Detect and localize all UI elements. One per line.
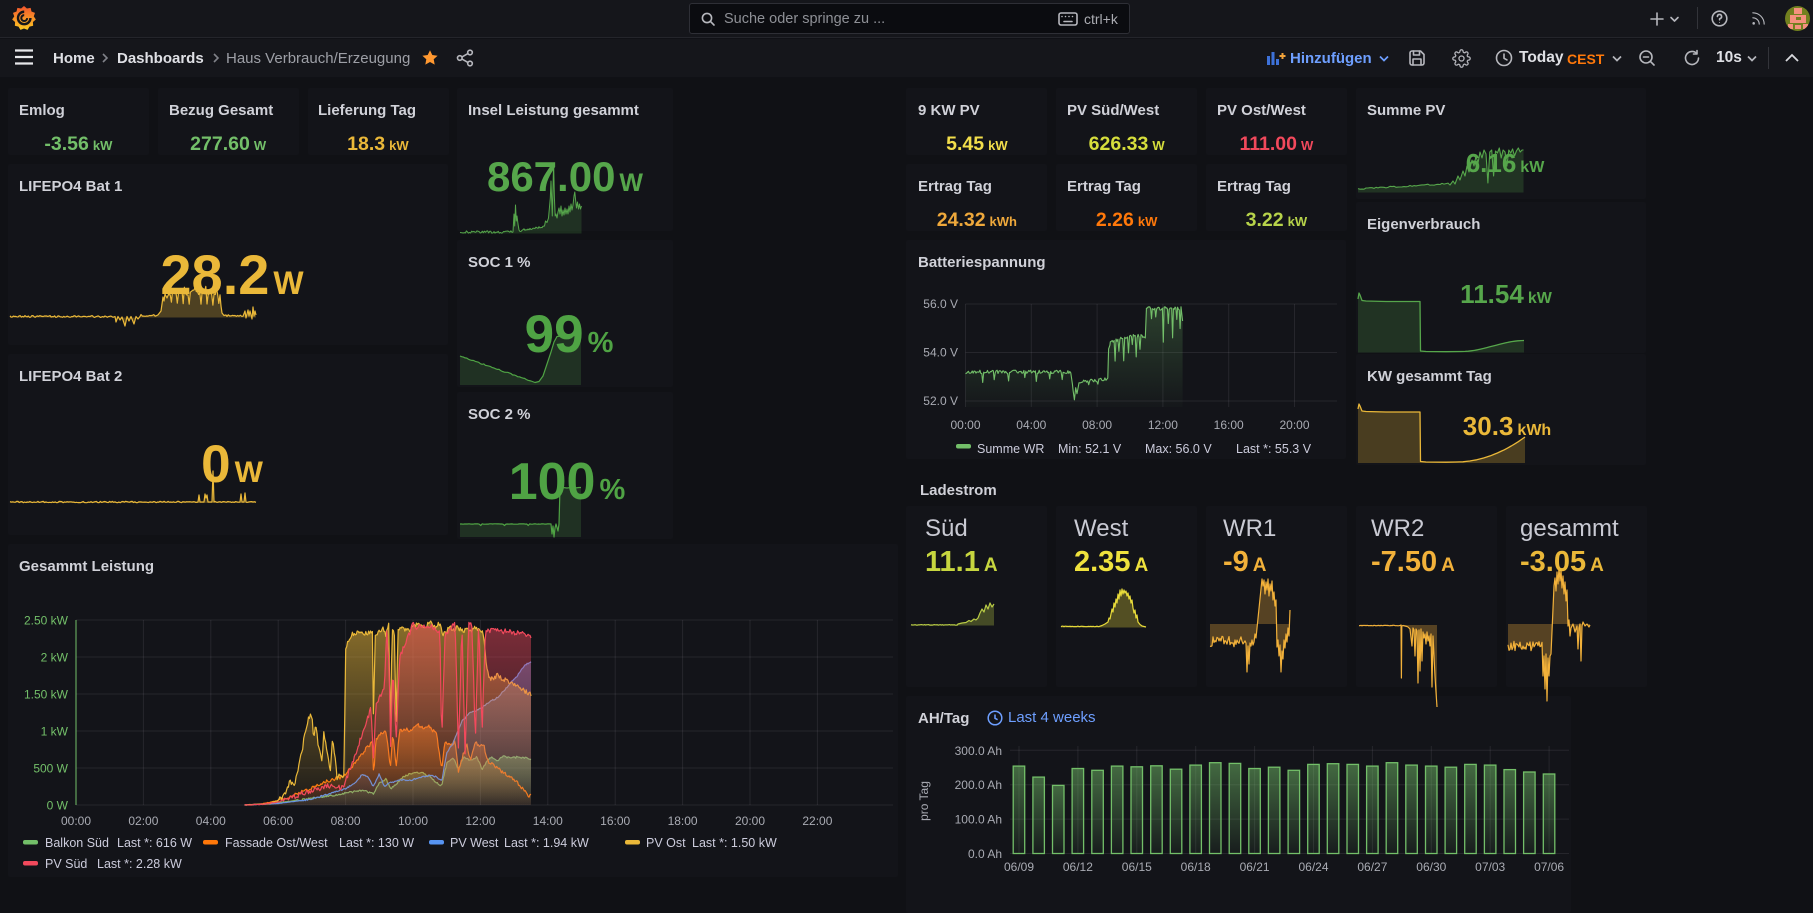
svg-text:Max: 56.0 V: Max: 56.0 V (1145, 442, 1212, 456)
svg-text:06/21: 06/21 (1240, 860, 1270, 874)
svg-text:08:00: 08:00 (331, 814, 361, 828)
svg-text:Last *: 55.3 V: Last *: 55.3 V (1236, 442, 1312, 456)
svg-text:Last *: 2.28 kW: Last *: 2.28 kW (97, 857, 182, 871)
svg-text:08:00: 08:00 (1082, 418, 1112, 432)
svg-text:02:00: 02:00 (128, 814, 158, 828)
svg-text:14:00: 14:00 (533, 814, 563, 828)
svg-text:Last *: 1.94 kW: Last *: 1.94 kW (504, 836, 589, 850)
svg-text:Balkon Süd: Balkon Süd (45, 836, 109, 850)
svg-text:1 kW: 1 kW (41, 725, 69, 739)
svg-text:12:00: 12:00 (1148, 418, 1178, 432)
svg-text:1.50 kW: 1.50 kW (24, 688, 69, 702)
svg-text:54.0 V: 54.0 V (923, 346, 958, 360)
svg-text:0 W: 0 W (47, 799, 69, 813)
svg-text:Min: 52.1 V: Min: 52.1 V (1058, 442, 1122, 456)
svg-text:07/06: 07/06 (1534, 860, 1564, 874)
svg-text:20:00: 20:00 (1279, 418, 1309, 432)
svg-text:06/30: 06/30 (1416, 860, 1446, 874)
svg-text:07/03: 07/03 (1475, 860, 1505, 874)
svg-text:Summe WR: Summe WR (977, 442, 1044, 456)
svg-text:2 kW: 2 kW (41, 651, 69, 665)
svg-text:06/18: 06/18 (1181, 860, 1211, 874)
svg-text:PV Ost: PV Ost (646, 836, 686, 850)
svg-text:52.0 V: 52.0 V (923, 394, 958, 408)
svg-text:Last *: 1.50 kW: Last *: 1.50 kW (692, 836, 777, 850)
svg-text:04:00: 04:00 (196, 814, 226, 828)
svg-text:Fassade Ost/West: Fassade Ost/West (225, 836, 328, 850)
svg-text:00:00: 00:00 (950, 418, 980, 432)
svg-text:pro Tag: pro Tag (917, 781, 931, 821)
svg-text:Last *: 616 W: Last *: 616 W (117, 836, 192, 850)
svg-text:Last *: 130 W: Last *: 130 W (339, 836, 414, 850)
svg-text:0.0 Ah: 0.0 Ah (968, 847, 1002, 861)
svg-text:16:00: 16:00 (1214, 418, 1244, 432)
svg-text:06:00: 06:00 (263, 814, 293, 828)
svg-text:06/27: 06/27 (1357, 860, 1387, 874)
svg-text:PV Süd: PV Süd (45, 857, 87, 871)
svg-text:500 W: 500 W (33, 762, 68, 776)
svg-text:10:00: 10:00 (398, 814, 428, 828)
svg-text:06/24: 06/24 (1298, 860, 1328, 874)
svg-text:56.0 V: 56.0 V (923, 297, 958, 311)
svg-text:00:00: 00:00 (61, 814, 91, 828)
svg-text:16:00: 16:00 (600, 814, 630, 828)
svg-text:06/12: 06/12 (1063, 860, 1093, 874)
svg-text:18:00: 18:00 (668, 814, 698, 828)
svg-text:12:00: 12:00 (465, 814, 495, 828)
svg-text:300.0 Ah: 300.0 Ah (955, 744, 1002, 758)
svg-text:PV West: PV West (450, 836, 499, 850)
svg-text:100.0 Ah: 100.0 Ah (955, 813, 1002, 827)
svg-text:06/09: 06/09 (1004, 860, 1034, 874)
svg-text:04:00: 04:00 (1016, 418, 1046, 432)
svg-text:20:00: 20:00 (735, 814, 765, 828)
svg-text:2.50 kW: 2.50 kW (24, 614, 69, 628)
svg-text:22:00: 22:00 (802, 814, 832, 828)
svg-text:200.0 Ah: 200.0 Ah (955, 778, 1002, 792)
svg-text:06/15: 06/15 (1122, 860, 1152, 874)
